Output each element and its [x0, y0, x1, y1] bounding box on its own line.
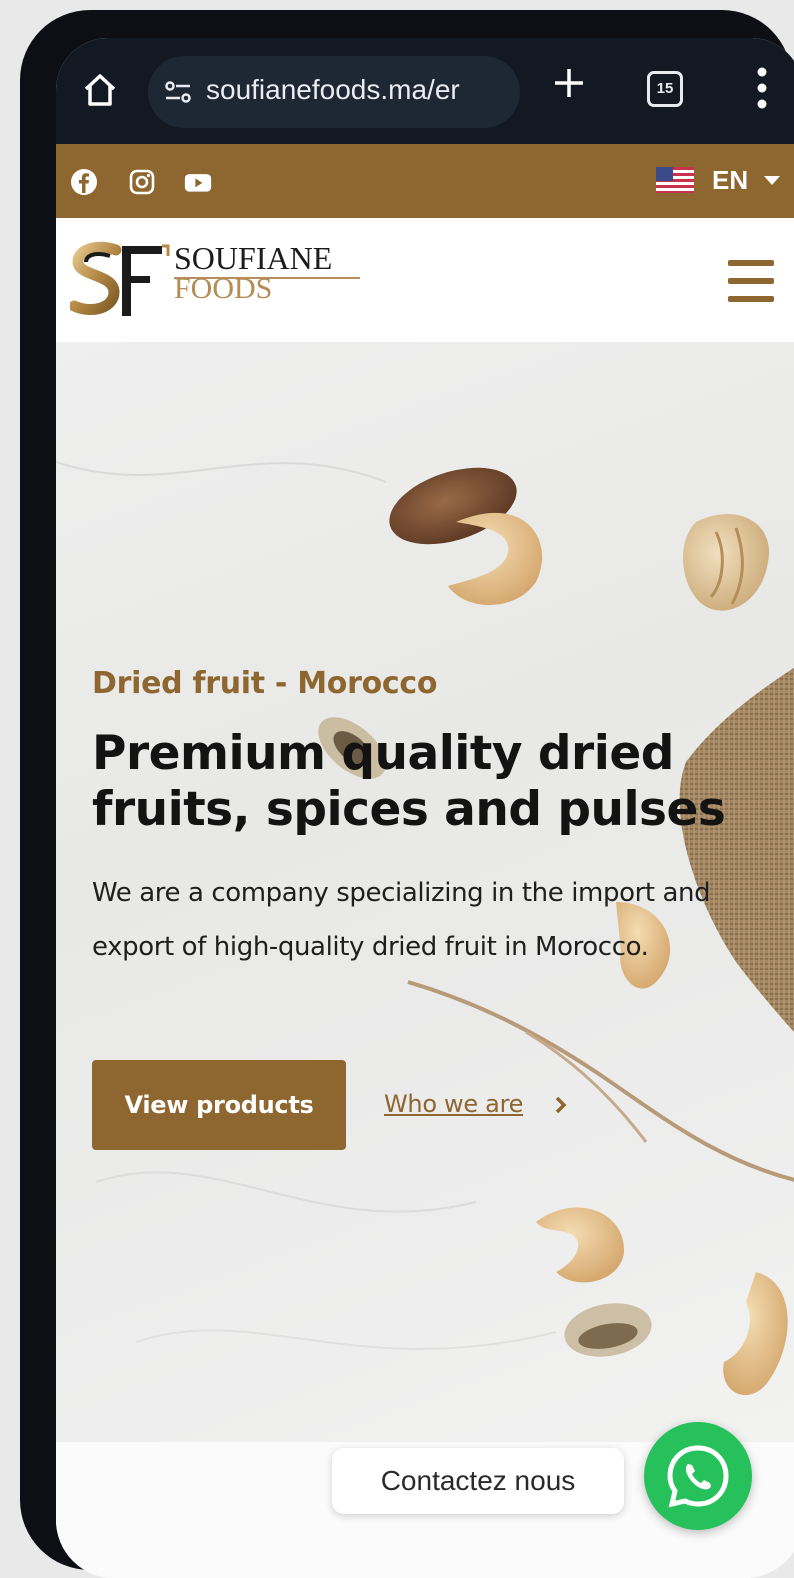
language-label: EN	[712, 164, 749, 195]
phone-frame: soufianefoods.ma/er 15 EN SOUFIANE FOODS…	[20, 10, 794, 1578]
facebook-icon[interactable]	[70, 168, 98, 196]
logo-wordmark: SOUFIANE FOODS	[174, 242, 332, 304]
site-settings-icon[interactable]	[164, 80, 192, 104]
phone-screen: soufianefoods.ma/er 15 EN SOUFIANE FOODS…	[56, 38, 794, 1578]
home-icon[interactable]	[80, 70, 120, 110]
instagram-icon[interactable]	[128, 168, 156, 196]
menu-icon[interactable]	[728, 260, 774, 302]
hero-section: Dried fruit - Morocco Premium quality dr…	[56, 342, 794, 1442]
social-bar: EN	[56, 144, 794, 218]
language-selector[interactable]: EN	[656, 160, 781, 200]
view-products-button[interactable]: View products	[92, 1060, 346, 1150]
hero-headline: Premium quality dried fruits, spices and…	[92, 726, 726, 837]
sf-monogram-icon	[70, 241, 170, 316]
whatsapp-icon	[667, 1445, 729, 1508]
url-text: soufianefoods.ma/er	[206, 74, 460, 105]
browser-toolbar: soufianefoods.ma/er 15	[56, 38, 794, 144]
whatsapp-button[interactable]	[644, 1422, 752, 1530]
site-header: SOUFIANE FOODS	[56, 218, 794, 342]
logo[interactable]: SOUFIANE FOODS	[70, 240, 370, 320]
youtube-icon[interactable]	[184, 168, 212, 196]
logo-line1: SOUFIANE	[174, 240, 333, 276]
hero-description: We are a company specializing in the imp…	[92, 878, 711, 962]
tab-switcher-button[interactable]: 15	[647, 71, 683, 107]
address-bar[interactable]: soufianefoods.ma/er	[148, 56, 520, 128]
more-vert-icon[interactable]	[756, 66, 768, 110]
contact-label[interactable]: Contactez nous	[332, 1448, 624, 1514]
caret-down-icon	[764, 175, 781, 185]
who-we-are-link[interactable]: Who we are	[384, 1090, 523, 1118]
logo-line2: FOODS	[174, 272, 273, 305]
new-tab-icon[interactable]	[552, 66, 586, 100]
hero-eyebrow: Dried fruit - Morocco	[92, 666, 438, 701]
chevron-right-icon[interactable]	[554, 1094, 568, 1116]
us-flag-icon	[656, 167, 694, 193]
